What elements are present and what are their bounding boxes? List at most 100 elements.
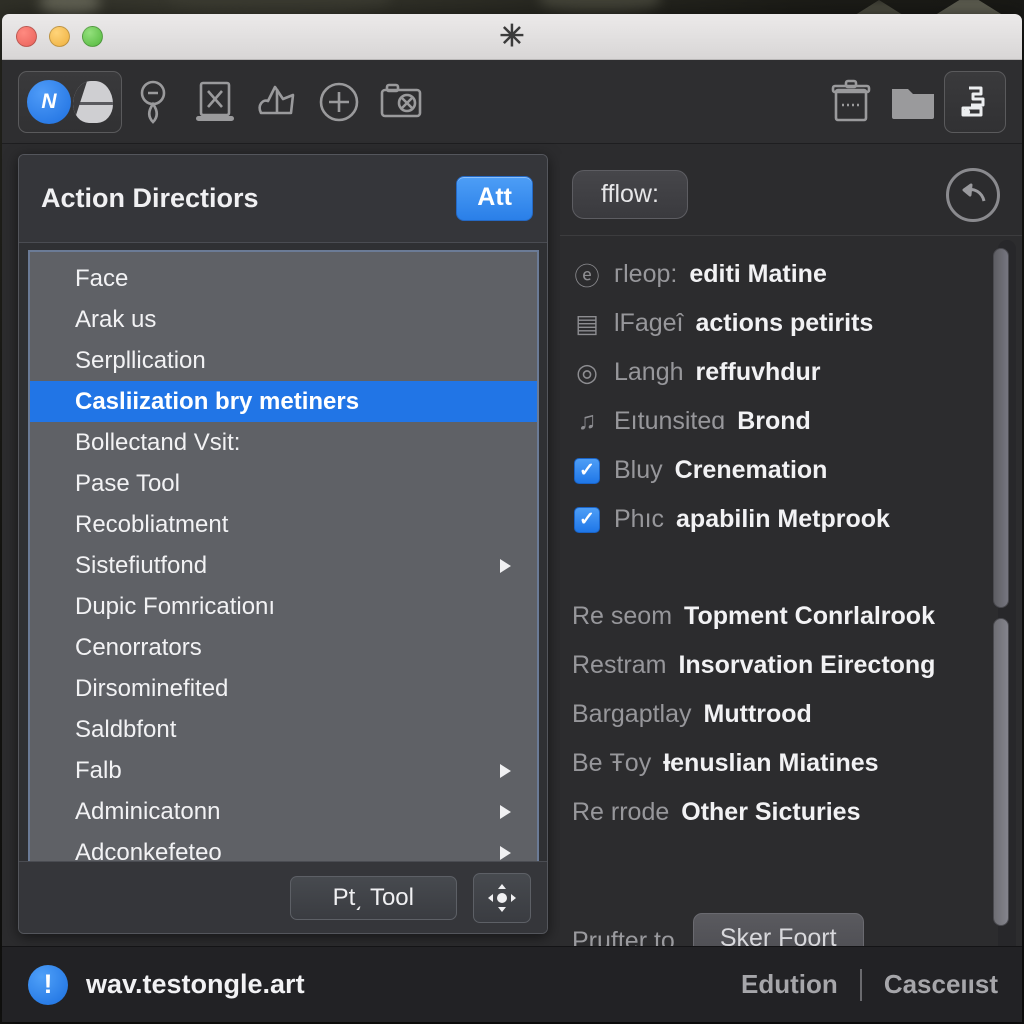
checkbox-checked-icon[interactable]: ✓ [572,507,602,533]
add-circle-icon[interactable] [308,73,370,131]
card-icon: ▤ [572,309,602,339]
details-row[interactable]: ✓BluyCrenemation [560,446,1022,495]
details-row[interactable]: BargaptlayMuttrood [560,690,1022,739]
action-list-item-label: Face [75,265,519,293]
action-list-item[interactable]: Recobliatment [30,504,537,545]
action-list-item[interactable]: Adminicatonn [30,791,537,832]
action-list: Face Arak us Serpllication Casliization bry… [30,252,537,861]
screen: ✳ N [0,0,1024,1024]
folder-icon[interactable] [882,73,944,131]
alert-icon: ! [28,965,68,1005]
submenu-arrow-icon [500,846,511,860]
action-list-item[interactable]: Dupic Fomricationı [30,586,537,627]
scrollbar-thumb[interactable] [993,618,1009,926]
toolbar-mode-toggle[interactable]: N [18,71,122,133]
action-list-item[interactable]: Sistefiutfond [30,545,537,586]
row-main-text: Topment Conrlalrook [684,602,935,631]
music-export-button[interactable] [944,71,1006,133]
action-list-item-label: Sistefiutfond [75,552,500,580]
scrollbar-thumb[interactable] [993,248,1009,608]
details-row[interactable]: ⓔгleop:editi Matine [560,250,1022,299]
camera-icon[interactable] [370,73,432,131]
status-title: wav.testongle.art [86,969,305,1000]
flow-button[interactable]: fflow: [572,170,688,219]
action-list-item-label: Recobliatment [75,511,519,539]
action-list-item[interactable]: Bollectand Vsit: [30,422,537,463]
dialog-title: Action Directiors [41,183,456,214]
pin-icon[interactable] [122,73,184,131]
waveform-blob-icon [73,81,113,123]
action-list-item-label: Serpllication [75,347,519,375]
details-row[interactable]: Be Ŧoy Ɨenuslian Miatines [560,739,1022,788]
action-list-item-label: Dirsominefited [75,675,519,703]
app-logo-icon: ✳ [2,14,1022,60]
details-row[interactable]: Re rrode Other Sicturies [560,788,1022,837]
toolbar: N [2,60,1022,144]
row-main-text: reffuvhdur [696,358,821,387]
screen-close-icon[interactable] [184,73,246,131]
row-prefix-text: Restram [572,651,666,680]
row-main-text: Ɨenuslian Miatines [663,749,878,778]
vertical-scrollbar[interactable] [998,240,1016,960]
edution-link[interactable]: Edution [741,969,838,1000]
undo-arrow-icon[interactable] [946,168,1000,222]
share-upload-icon[interactable] [246,73,308,131]
action-list-item[interactable]: Serpllication [30,340,537,381]
move-gear-icon[interactable] [473,873,531,923]
row-prefix-text: гleop: [614,260,677,289]
submenu-arrow-icon [500,559,511,573]
action-list-item-label: Adconkefeteo [75,839,500,862]
row-prefix-text: Be Ŧoy [572,749,651,778]
pt-tool-button[interactable]: Pt͵ Tool [290,876,457,920]
action-directions-dialog: Action Directiors Att Face Arak us Serplli… [18,154,548,934]
action-list-item[interactable]: Arak us [30,299,537,340]
row-main-text: apabilin Metprook [676,505,890,534]
checkbox[interactable]: ✓ [574,507,600,533]
content-area: Action Directiors Att Face Arak us Serplli… [2,144,1022,960]
row-main-text: Crenemation [675,456,828,485]
row-main-text: Insorvation Eirectong [678,651,935,680]
action-list-item[interactable]: Face [30,258,537,299]
action-list-item[interactable]: Casliization bry metiners [30,381,537,422]
details-row[interactable]: ✓Phıcapabilin Metprook [560,495,1022,544]
checkbox[interactable]: ✓ [574,458,600,484]
dialog-footer: Pt͵ Tool [19,861,547,933]
details-content: ⓔгleop:editi Matine▤lFageîactions petiri… [560,236,1022,960]
row-main-text: actions petirits [695,309,873,338]
action-list-item-label: Cenorrators [75,634,519,662]
row-main-text: Other Sicturies [681,798,860,827]
dialog-header: Action Directiors Att [19,155,547,243]
desktop-shape [540,0,660,12]
details-header: fflow: [560,154,1022,236]
app-window: ✳ N [2,14,1022,1022]
details-row[interactable]: Restram Insorvation Eirectong [560,641,1022,690]
submenu-arrow-icon [500,805,511,819]
row-prefix-text: Bargaptlay [572,700,692,729]
action-list-item[interactable]: Adconkefeteo [30,832,537,861]
row-prefix-text: Re seom [572,602,672,631]
att-button[interactable]: Att [456,176,533,221]
action-list-item[interactable]: Saldbfont [30,709,537,750]
details-rows-bottom: Re seom Topment Conrlalrook Restram Insorva… [560,592,1022,837]
action-list-item[interactable]: Cenorrators [30,627,537,668]
checkbox-checked-icon[interactable]: ✓ [572,458,602,484]
archive-icon[interactable] [820,73,882,131]
action-list-item-label: Pase Tool [75,470,519,498]
details-row[interactable]: ▤lFageîactions petirits [560,299,1022,348]
section-gap [560,544,1022,592]
row-main-text: editi Matine [689,260,827,289]
action-list-item[interactable]: Pase Tool [30,463,537,504]
eye-icon: ◎ [572,358,602,388]
details-row[interactable]: ♫EıtunsiteɑBrond [560,397,1022,446]
action-list-container[interactable]: Face Arak us Serpllication Casliization bry… [28,250,539,861]
action-list-item-label: Saldbfont [75,716,519,744]
action-list-item-label: Bollectand Vsit: [75,429,519,457]
action-list-item[interactable]: Falb [30,750,537,791]
details-row[interactable]: ◎Langhreffuvhdur [560,348,1022,397]
row-prefix-text: Re rrode [572,798,669,827]
action-list-item-label: Arak us [75,306,519,334]
action-list-item[interactable]: Dirsominefited [30,668,537,709]
action-list-item-label: Adminicatonn [75,798,500,826]
details-row[interactable]: Re seom Topment Conrlalrook [560,592,1022,641]
casceust-link[interactable]: Casceııst [884,969,998,1000]
